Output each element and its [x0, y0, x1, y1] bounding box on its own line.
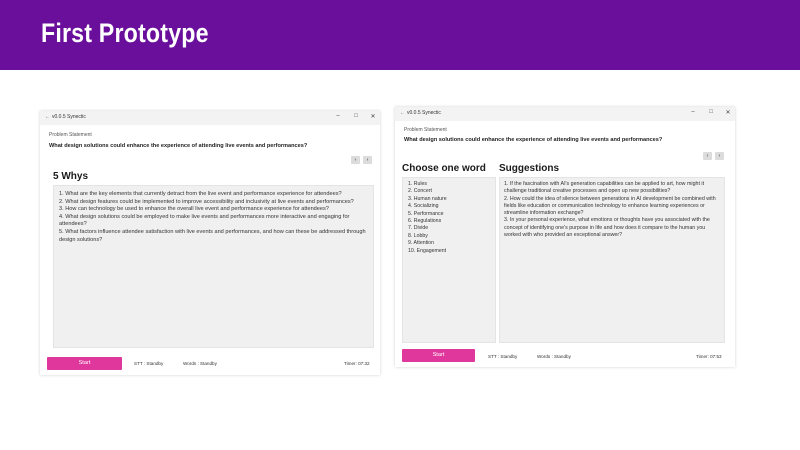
suggestions-panel: 1. If the fascination with AI's generati… [499, 177, 725, 343]
word-option[interactable]: 10. Engagement [408, 248, 494, 255]
prev-button[interactable]: ‹ [703, 152, 712, 160]
word-option[interactable]: 9. Attention [408, 240, 494, 247]
window-title: v0.0.5 Synectic [52, 114, 86, 120]
title-banner: First Prototype [0, 0, 800, 70]
start-button[interactable]: Start [402, 349, 475, 362]
close-icon[interactable]: ✕ [723, 109, 733, 116]
whys-list: 1. What are the key elements that curren… [59, 191, 371, 244]
word-option[interactable]: 3. Human nature [408, 196, 494, 203]
whys-panel: 1. What are the key elements that curren… [53, 185, 374, 348]
word-list-panel: 1. Rules 2. Concert 3. Human nature 4. S… [402, 177, 496, 343]
timer: Timer: 07:32 [344, 361, 370, 366]
suggestions-title: Suggestions [499, 163, 560, 174]
start-button[interactable]: Start [47, 357, 122, 370]
list-item: 4. What design solutions could be employ… [59, 213, 350, 228]
five-whys-title: 5 Whys [53, 171, 89, 182]
back-arrow-icon[interactable]: ← [400, 110, 405, 116]
choose-one-word-title: Choose one word [402, 163, 486, 174]
word-option[interactable]: 5. Performance [408, 211, 494, 218]
maximize-icon[interactable]: □ [351, 113, 361, 119]
minimize-icon[interactable]: – [333, 113, 343, 119]
problem-statement-label: Problem Statement [404, 127, 447, 133]
next-button[interactable]: › [715, 152, 724, 160]
problem-statement-text: What design solutions could enhance the … [404, 137, 663, 143]
app-window-word-suggestions: ← v0.0.5 Synectic – □ ✕ Problem Statemen… [395, 107, 735, 367]
word-option[interactable]: 6. Regulations [408, 218, 494, 225]
words-status: Words : Standby [183, 361, 217, 366]
minimize-icon[interactable]: – [688, 109, 698, 115]
list-item: 5. What factors influence attendee satis… [59, 228, 366, 243]
word-option[interactable]: 1. Rules [408, 181, 494, 188]
next-button[interactable]: › [363, 156, 372, 164]
list-item: 1. If the fascination with AI's generati… [504, 181, 705, 195]
slide: First Prototype ← v0.0.5 Synectic – □ ✕ … [0, 0, 800, 450]
suggestions-list: 1. If the fascination with AI's generati… [504, 181, 722, 239]
problem-statement-text: What design solutions could enhance the … [49, 143, 308, 149]
window-titlebar: ← v0.0.5 Synectic – □ ✕ [395, 107, 735, 121]
list-item: 2. How could the idea of silence between… [504, 195, 716, 217]
words-status: Words : Standby [537, 354, 571, 359]
slide-title: First Prototype [41, 18, 209, 48]
word-option[interactable]: 2. Concert [408, 188, 494, 195]
problem-statement-label: Problem Statement [49, 132, 92, 138]
window-title: v0.0.5 Synectic [407, 110, 441, 116]
timer: Timer: 07:53 [696, 354, 722, 359]
window-titlebar: ← v0.0.5 Synectic – □ ✕ [40, 111, 380, 125]
word-option[interactable]: 8. Lobby [408, 233, 494, 240]
close-icon[interactable]: ✕ [368, 113, 378, 120]
stt-status: STT : Standby [134, 361, 164, 366]
word-list: 1. Rules 2. Concert 3. Human nature 4. S… [408, 181, 494, 255]
list-item: 3. How can technology be used to enhance… [59, 206, 329, 213]
word-option[interactable]: 7. Divide [408, 225, 494, 232]
back-arrow-icon[interactable]: ← [45, 114, 50, 120]
word-option[interactable]: 4. Socializing [408, 203, 494, 210]
maximize-icon[interactable]: □ [706, 109, 716, 115]
app-window-5-whys: ← v0.0.5 Synectic – □ ✕ Problem Statemen… [40, 111, 380, 375]
stt-status: STT : Standby [488, 354, 518, 359]
list-item: 3. In your personal experience, what emo… [504, 217, 710, 239]
prev-button[interactable]: ‹ [351, 156, 360, 164]
list-item: 1. What are the key elements that curren… [59, 191, 342, 197]
list-item: 2. What design features could be impleme… [59, 198, 354, 205]
